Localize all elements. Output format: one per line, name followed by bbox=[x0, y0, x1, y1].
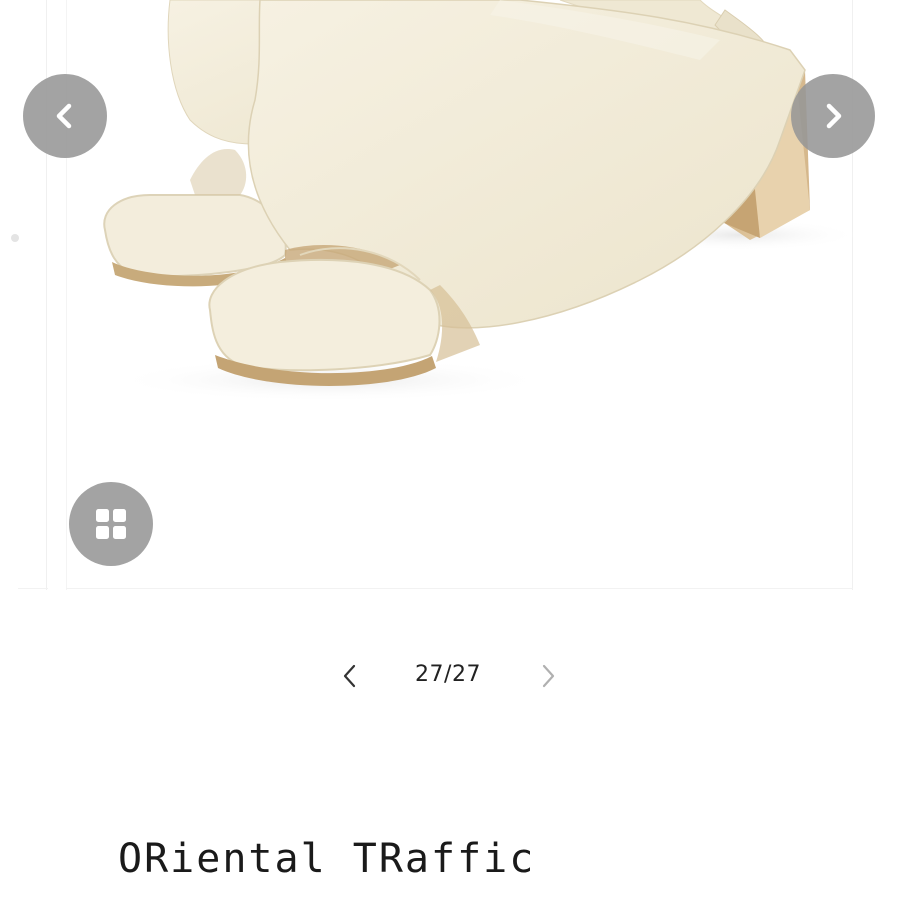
gallery-next-button[interactable] bbox=[791, 74, 875, 158]
chevron-left-icon bbox=[56, 103, 72, 129]
product-detail-page: 27/27 ORiental TRaffic bbox=[0, 0, 900, 900]
product-image-gallery[interactable] bbox=[0, 0, 900, 600]
gallery-grid-view-button[interactable] bbox=[69, 482, 153, 566]
gallery-prev-button[interactable] bbox=[23, 74, 107, 158]
pagination-counter: 27/27 bbox=[415, 662, 481, 687]
chevron-right-icon bbox=[542, 664, 555, 688]
brand-name[interactable]: ORiental TRaffic bbox=[118, 836, 535, 882]
chevron-left-icon bbox=[343, 664, 356, 688]
grid-icon bbox=[96, 509, 126, 539]
pagination-prev-button[interactable] bbox=[338, 662, 362, 690]
chevron-right-icon bbox=[826, 103, 842, 129]
pagination-next-button[interactable] bbox=[536, 662, 560, 690]
image-pagination: 27/27 bbox=[330, 656, 570, 696]
